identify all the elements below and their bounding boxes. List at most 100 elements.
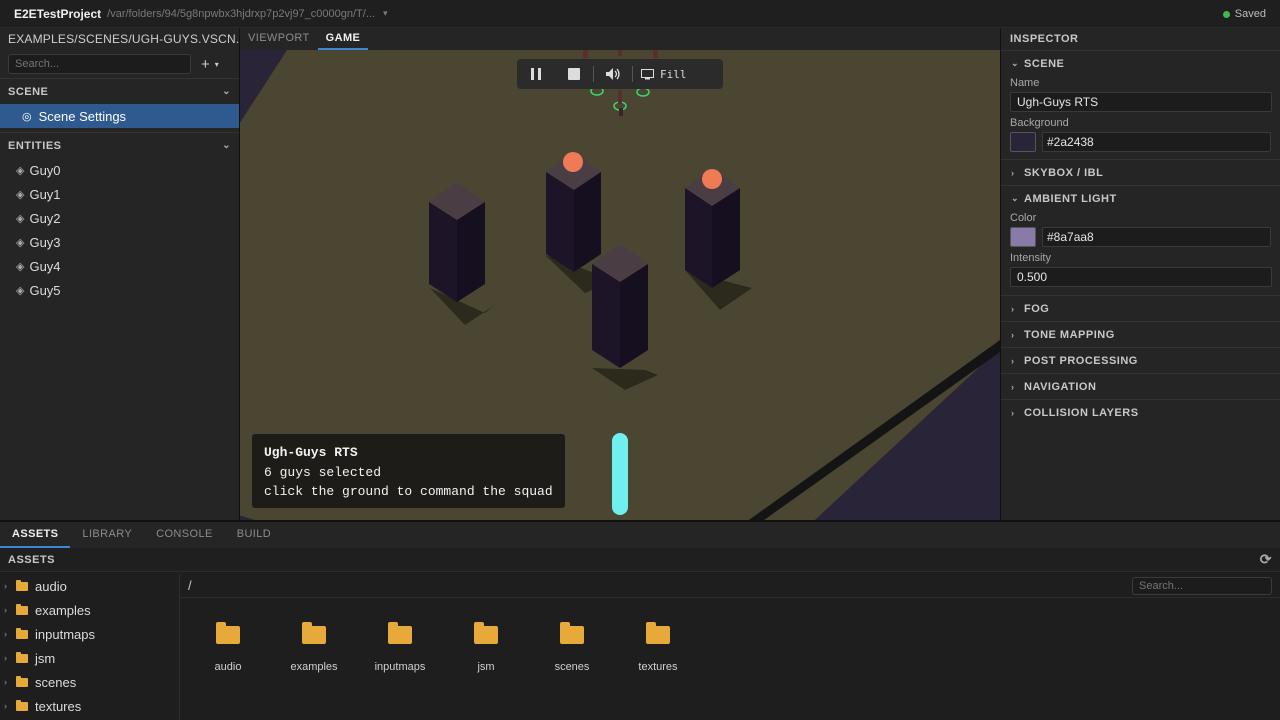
chevron-right-icon: › — [1011, 407, 1015, 418]
entity-label: Guy4 — [29, 258, 61, 274]
asset-tree: › audio › examples › inputmaps › jsm › scenes… — [0, 574, 180, 720]
stop-icon — [568, 68, 580, 80]
folder-tile[interactable]: scenes — [529, 622, 615, 673]
inspector-title: INSPECTOR — [1010, 33, 1079, 45]
folder-icon — [302, 622, 326, 644]
tab-console[interactable]: CONSOLE — [144, 522, 225, 548]
tree-item[interactable]: › textures — [0, 694, 179, 718]
cube-icon: ◈ — [16, 188, 25, 201]
scene-section-label: SCENE — [8, 85, 49, 98]
bottom-panel: ASSETS LIBRARY CONSOLE BUILD ASSETS ⟳ › a… — [0, 520, 1280, 720]
entity-label: Guy2 — [29, 210, 61, 226]
folder-icon — [216, 622, 240, 644]
tab-library[interactable]: LIBRARY — [70, 522, 144, 548]
background-color-swatch[interactable] — [1010, 132, 1036, 152]
tree-item[interactable]: › audio — [0, 574, 179, 598]
folder-label: jsm — [477, 661, 495, 673]
tree-item[interactable]: › examples — [0, 598, 179, 622]
ambient-light-section-toggle[interactable]: ⌄ AMBIENT LIGHT — [1001, 185, 1280, 211]
scene-section-label: SCENE — [1024, 57, 1065, 70]
folder-icon — [16, 627, 28, 639]
unit[interactable] — [653, 50, 658, 58]
refresh-icon[interactable]: ⟳ — [1260, 551, 1272, 568]
scene-section-header[interactable]: SCENE ⌄ — [0, 78, 239, 104]
folder-icon — [560, 622, 584, 644]
unit[interactable] — [619, 108, 623, 116]
chevron-down-icon[interactable]: ▾ — [383, 8, 388, 19]
tab-viewport[interactable]: VIEWPORT — [240, 28, 318, 50]
scene-name-field[interactable]: Ugh-Guys RTS — [1010, 92, 1272, 112]
collision-layers-section-toggle[interactable]: › COLLISION LAYERS — [1001, 399, 1280, 425]
enemy-marker[interactable] — [702, 169, 722, 189]
bottom-tabs: ASSETS LIBRARY CONSOLE BUILD — [0, 522, 1280, 548]
cube-icon: ◈ — [16, 164, 25, 177]
post-processing-section-toggle[interactable]: › POST PROCESSING — [1001, 347, 1280, 373]
chevron-right-icon: › — [1011, 303, 1015, 314]
tree-item[interactable]: › jsm — [0, 646, 179, 670]
tab-game[interactable]: GAME — [317, 28, 369, 50]
tree-item-label: jsm — [35, 650, 56, 666]
tree-item[interactable]: › inputmaps — [0, 622, 179, 646]
chevron-right-icon[interactable]: › — [4, 581, 16, 591]
ambient-color-row: #8a7aa8 — [1010, 227, 1271, 247]
pause-button[interactable] — [517, 59, 555, 89]
entity-label: Guy1 — [29, 186, 61, 202]
skybox-section-toggle[interactable]: › SKYBOX / IBL — [1001, 159, 1280, 185]
chevron-right-icon[interactable]: › — [4, 629, 16, 639]
scene-settings-item[interactable]: ◎ Scene Settings — [0, 104, 239, 128]
ambient-color-swatch[interactable] — [1010, 227, 1036, 247]
hierarchy-search-input[interactable] — [8, 54, 191, 74]
intensity-field[interactable]: 0.500 — [1010, 267, 1272, 287]
breadcrumb-root[interactable]: / — [188, 578, 192, 593]
folder-icon — [16, 603, 28, 615]
chevron-right-icon[interactable]: › — [4, 605, 16, 615]
chevron-right-icon[interactable]: › — [4, 701, 16, 711]
chevron-down-icon[interactable]: ⌄ — [222, 86, 231, 97]
save-status: Saved — [1222, 8, 1266, 20]
tab-assets[interactable]: ASSETS — [0, 522, 71, 548]
unit[interactable] — [618, 50, 622, 56]
enemy-marker[interactable] — [563, 152, 583, 172]
stop-button[interactable] — [555, 59, 593, 89]
color-label: Color — [1010, 212, 1037, 224]
cube-icon: ◈ — [16, 284, 25, 297]
unit[interactable] — [583, 50, 588, 58]
entity-item[interactable]: ◈ Guy3 — [0, 230, 239, 254]
folder-tile[interactable]: audio — [185, 622, 271, 673]
entity-item[interactable]: ◈ Guy5 — [0, 278, 239, 302]
chevron-right-icon[interactable]: › — [4, 677, 16, 687]
game-viewport[interactable]: Fill Ugh-Guys RTS 6 guys selected click … — [240, 50, 1000, 520]
project-path[interactable]: /var/folders/94/5g8npwbx3hjdrxp7p2vj97_c… — [107, 8, 375, 20]
chevron-down-icon[interactable]: ⌄ — [222, 140, 231, 151]
ambient-color-field[interactable]: #8a7aa8 — [1042, 227, 1271, 247]
entity-item[interactable]: ◈ Guy2 — [0, 206, 239, 230]
folder-tile[interactable]: jsm — [443, 622, 529, 673]
player-capsule[interactable] — [612, 433, 628, 515]
fill-mode-button[interactable]: Fill — [633, 68, 687, 81]
volume-button[interactable] — [594, 59, 632, 89]
add-entity-button[interactable]: + — [201, 56, 210, 73]
chevron-right-icon[interactable]: › — [4, 653, 16, 663]
tab-build[interactable]: BUILD — [225, 522, 283, 548]
entity-item[interactable]: ◈ Guy1 — [0, 182, 239, 206]
scene-section-toggle[interactable]: ⌄ SCENE — [1001, 50, 1280, 76]
hud-title: Ugh-Guys RTS — [264, 445, 358, 460]
folder-tile[interactable]: examples — [271, 622, 357, 673]
folder-tile[interactable]: inputmaps — [357, 622, 443, 673]
entity-item[interactable]: ◈ Guy4 — [0, 254, 239, 278]
cube-icon: ◈ — [16, 236, 25, 249]
navigation-section-toggle[interactable]: › NAVIGATION — [1001, 373, 1280, 399]
background-color-field[interactable]: #2a2438 — [1042, 132, 1271, 152]
folder-label: scenes — [554, 661, 590, 673]
tree-item[interactable]: › scenes — [0, 670, 179, 694]
asset-search-input[interactable] — [1132, 577, 1272, 595]
folder-tile[interactable]: textures — [615, 622, 701, 673]
entity-item[interactable]: ◈ Guy0 — [0, 158, 239, 182]
chevron-down-icon[interactable]: ▾ — [215, 60, 219, 69]
save-status-label: Saved — [1234, 8, 1266, 20]
chevron-right-icon: › — [1011, 355, 1015, 366]
tone-mapping-section-toggle[interactable]: › TONE MAPPING — [1001, 321, 1280, 347]
entities-section-header[interactable]: ENTITIES ⌄ — [0, 132, 239, 158]
unit[interactable] — [618, 90, 622, 104]
fog-section-toggle[interactable]: › FOG — [1001, 295, 1280, 321]
